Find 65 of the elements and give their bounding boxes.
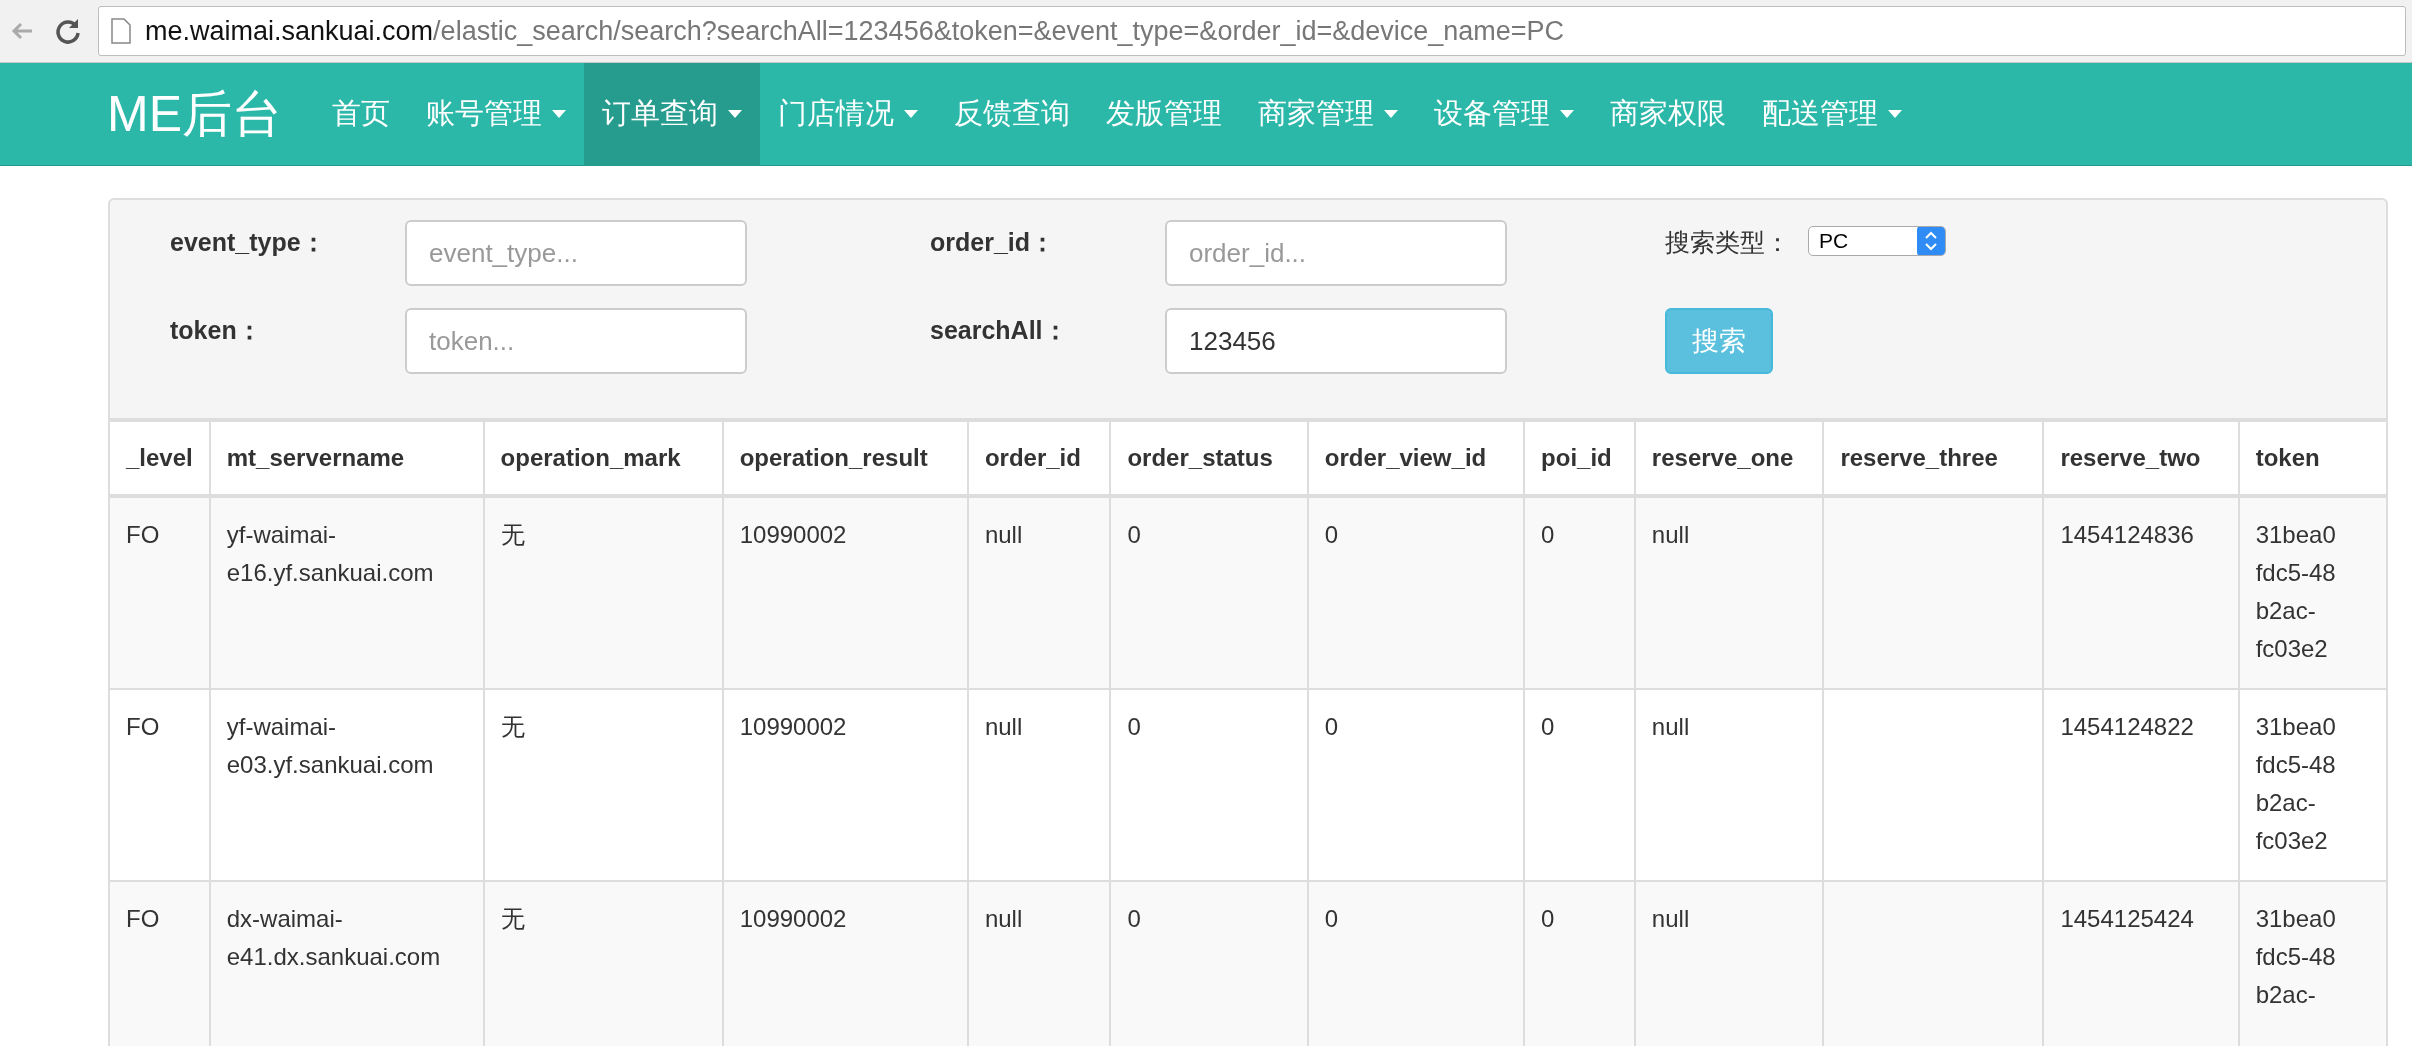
table-cell: 0 <box>1110 881 1308 1046</box>
table-cell: 无 <box>483 689 723 881</box>
nav-item[interactable]: 账号管理 <box>408 63 584 165</box>
table-cell: 10990002 <box>722 689 968 881</box>
table-cell: 0 <box>1524 881 1635 1046</box>
input-field[interactable]: token... <box>405 308 747 374</box>
table-cell: 0 <box>1110 689 1308 881</box>
table-cell: 10990002 <box>722 881 968 1046</box>
nav-item[interactable]: 设备管理 <box>1416 63 1592 165</box>
nav-item[interactable]: 商家管理 <box>1240 63 1416 165</box>
table-cell: 无 <box>483 881 723 1046</box>
nav-item[interactable]: 商家权限 <box>1592 63 1744 165</box>
nav-item[interactable]: 发版管理 <box>1088 63 1240 165</box>
table-cell: null <box>967 496 1111 689</box>
table-cell: 10990002 <box>722 496 968 689</box>
table-cell: 0 <box>1524 689 1635 881</box>
table-cell: 31bea0 fdc5-48 b2ac- fc03e2 <box>2238 689 2387 881</box>
spinner-icon <box>1917 227 1945 255</box>
table-cell: FO <box>109 881 210 1046</box>
nav-item[interactable]: 配送管理 <box>1744 63 1920 165</box>
table-cell: 0 <box>1524 496 1635 689</box>
table-cell: 0 <box>1307 689 1525 881</box>
table-cell: dx-waimai-e41.dx.sankuai.com <box>209 881 484 1046</box>
table-cell: 1454124822 <box>2043 689 2239 881</box>
table-cell: null <box>967 881 1111 1046</box>
table-cell: FO <box>109 496 210 689</box>
table-cell: 1454124836 <box>2043 496 2239 689</box>
table-cell: null <box>1634 496 1824 689</box>
table-cell: null <box>967 689 1111 881</box>
table-cell: 无 <box>483 496 723 689</box>
input-field[interactable]: 123456 <box>1165 308 1507 374</box>
table-cell: FO <box>109 689 210 881</box>
page-icon <box>111 18 131 44</box>
caret-icon <box>552 109 566 119</box>
input-field[interactable]: order_id... <box>1165 220 1507 286</box>
table-cell: 31bea0 fdc5-48 b2ac- fc03e2 <box>2238 496 2387 689</box>
table-cell: 0 <box>1307 881 1525 1046</box>
caret-icon <box>728 109 742 119</box>
table-cell: 0 <box>1110 496 1308 689</box>
table-cell: 0 <box>1307 496 1525 689</box>
table-cell: yf-waimai-e16.yf.sankuai.com <box>209 496 484 689</box>
field-label: event_type： <box>170 227 327 258</box>
field-label: 搜索类型： <box>1665 227 1790 258</box>
field-label: searchAll： <box>930 315 1069 346</box>
caret-icon <box>904 109 918 119</box>
url-text: me.waimai.sankuai.com/elastic_search/search?searchAll=123456&token=&event_type=&order_id=&device_name=PC <box>145 15 1565 47</box>
nav-item[interactable]: 订单查询 <box>584 63 760 165</box>
table-cell: 31bea0 fdc5-48 b2ac- <box>2238 881 2387 1046</box>
table-cell: 1454125424 <box>2043 881 2239 1046</box>
address-bar[interactable]: me.waimai.sankuai.com/elastic_search/search?searchAll=123456&token=&event_type=&order_id=&device_name=PC <box>98 6 2406 56</box>
caret-icon <box>1384 109 1398 119</box>
table-cell: null <box>1634 689 1824 881</box>
table-cell: yf-waimai-e03.yf.sankuai.com <box>209 689 484 881</box>
table-cell: null <box>1634 881 1824 1046</box>
nav-item[interactable]: 反馈查询 <box>936 63 1088 165</box>
nav-item[interactable]: 门店情况 <box>760 63 936 165</box>
field-label: order_id： <box>930 227 1057 258</box>
field-label: token： <box>170 315 263 346</box>
input-field[interactable]: event_type... <box>405 220 747 286</box>
search-button[interactable]: 搜索 <box>1665 308 1773 374</box>
select-dropdown[interactable]: PC <box>1808 226 1946 256</box>
caret-icon <box>1888 109 1902 119</box>
caret-icon <box>1560 109 1574 119</box>
brand-logo[interactable]: ME后台 <box>107 63 282 165</box>
nav-item[interactable]: 首页 <box>314 63 408 165</box>
